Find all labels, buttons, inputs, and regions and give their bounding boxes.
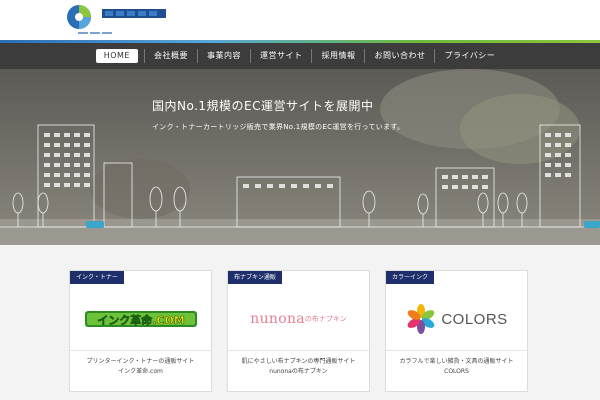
ink-logo-text: インク革命.COM [97,313,185,327]
sites-section: インク・トナー インク革命.COM プリンターインク・トナーの通販サイト インク… [0,245,600,400]
card-description: カラフルで楽しい雑貨・文具の通販サイト COLORS [390,357,523,377]
circle-logo-icon [67,5,91,29]
site-card-ink[interactable]: インク・トナー インク革命.COM プリンターインク・トナーの通販サイト インク… [69,270,212,392]
card-desc-line1: プリンターインク・トナーの通販サイト [86,358,195,365]
card-description: プリンターインク・トナーの通販サイト インク革命.com [74,357,207,377]
nunona-logo: nunona の布ナプキン [228,289,369,349]
hero-title: 国内No.1規模のEC運営サイトを展開中 [152,99,374,113]
colors-logo-text: COLORS [441,310,508,328]
nunona-logo-suffix: の布ナプキン [304,315,347,323]
card-desc-line2: nunonaの布ナプキン [269,368,328,375]
nav-item-contact[interactable]: お問い合わせ [364,49,434,63]
site-logo[interactable] [66,4,166,30]
page: HOME 会社概要 事業内容 運営サイト 採用情報 お問い合わせ プライバシー [0,0,600,400]
nav-item-recruit[interactable]: 採用情報 [311,49,364,63]
logo-tagline-icon [78,32,112,34]
logo-wordmark-icon [102,8,166,18]
site-header [0,0,600,42]
card-divider [386,350,527,351]
main-nav: HOME 会社概要 事業内容 運営サイト 採用情報 お問い合わせ プライバシー [0,43,600,69]
nav-item-privacy[interactable]: プライバシー [434,49,504,63]
flower-icon [408,304,435,334]
nav-item-home[interactable]: HOME [95,49,138,63]
card-desc-line2: インク革命.com [118,368,163,375]
ink-logo-icon: インク革命.COM [84,311,197,327]
nunona-logo-text: nunona [250,311,305,327]
nav-item-company[interactable]: 会社概要 [143,49,197,63]
ink-kakumei-logo: インク革命.COM [70,289,211,349]
nav-item-business[interactable]: 事業内容 [196,49,250,63]
card-badge: カラーインク [386,271,435,284]
card-divider [228,350,369,351]
card-description: 肌にやさしい布ナプキンの専門通販サイト nunonaの布ナプキン [232,357,365,377]
site-card-nunona[interactable]: 布ナプキン通販 nunona の布ナプキン 肌にやさしい布ナプキンの専門通販サイ… [227,270,370,392]
card-desc-line1: 肌にやさしい布ナプキンの専門通販サイト [241,358,356,365]
city-illustration [0,69,600,245]
hero-banner: 国内No.1規模のEC運営サイトを展開中 インク・トナーカートリッジ販売で業界N… [0,69,600,245]
colors-logo: COLORS [386,289,527,349]
card-badge: インク・トナー [70,271,124,284]
nav-item-sites[interactable]: 運営サイト [249,49,312,63]
site-card-colors[interactable]: カラーインク COLORS カラフルで楽しい雑貨・文具の通販サイト COLORS [385,270,528,392]
hero-subtitle: インク・トナーカートリッジ販売で業界No.1規模のEC運営を行っています。 [152,123,405,131]
card-desc-line2: COLORS [444,368,469,375]
card-divider [70,350,211,351]
card-desc-line1: カラフルで楽しい雑貨・文具の通販サイト [399,358,514,365]
card-badge: 布ナプキン通販 [228,271,282,284]
